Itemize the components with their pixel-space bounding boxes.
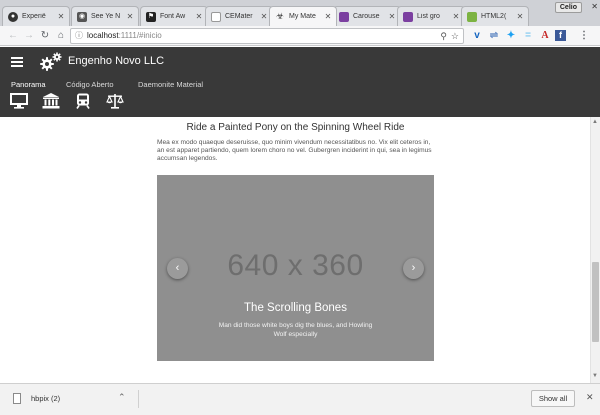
purple-page-icon — [403, 11, 413, 22]
carousel-next-button[interactable]: › — [403, 258, 424, 279]
profile-badge[interactable]: Celio — [554, 2, 582, 13]
bookmark-star-icon[interactable]: ☆ — [451, 29, 459, 43]
content-paragraph: Mea ex modo quaeque deseruisse, quo mini… — [157, 139, 432, 163]
browser-tab[interactable]: List gro ✕ — [397, 6, 465, 26]
tab-close-icon[interactable]: ✕ — [56, 12, 66, 21]
scroll-down-icon[interactable]: ▼ — [591, 373, 599, 379]
browser-tab[interactable]: CEMater ✕ — [205, 6, 273, 26]
github-icon: ● — [8, 11, 18, 22]
tab-label: Carouse — [353, 13, 380, 20]
train-icon[interactable] — [74, 93, 92, 109]
carousel[interactable]: 640 x 360 The Scrolling Bones Man did th… — [157, 175, 434, 361]
carousel-image-placeholder: 640 x 360 — [227, 249, 364, 282]
tab-close-icon[interactable]: ✕ — [194, 12, 204, 21]
chevron-up-icon[interactable]: ⌃ — [118, 392, 126, 403]
tab-close-icon[interactable]: ✕ — [323, 12, 333, 21]
page-scrollbar[interactable]: ▲ ▼ — [590, 117, 600, 383]
tab-label: HTML2( — [481, 13, 507, 20]
tab-close-icon[interactable]: ✕ — [387, 12, 397, 21]
chevron-left-icon: ‹ — [175, 262, 180, 274]
reload-icon[interactable]: ↻ — [38, 29, 52, 43]
twitter-icon[interactable]: ✦ — [504, 29, 518, 43]
browser-tab[interactable]: HTML2( ✕ — [461, 6, 529, 26]
scroll-up-icon[interactable]: ▲ — [591, 119, 599, 125]
window-close-icon[interactable]: ✕ — [591, 2, 598, 11]
forward-arrow-icon[interactable]: → — [22, 29, 36, 43]
back-arrow-icon[interactable]: ← — [6, 29, 20, 43]
page-info-icon[interactable]: ⓘ — [75, 29, 83, 43]
file-icon — [13, 393, 21, 404]
address-bar[interactable]: ⓘ localhost:1111/#inicio ⚲ ☆ — [70, 28, 464, 44]
content-title: Ride a Painted Pony on the Spinning Whee… — [186, 122, 405, 133]
tab-label: Experiê — [22, 13, 46, 20]
tab-panorama[interactable]: Panorama — [11, 80, 46, 89]
tab-close-icon[interactable]: ✕ — [515, 12, 525, 21]
scrollbar-thumb[interactable] — [592, 262, 599, 342]
v-extension-icon[interactable]: v — [470, 29, 484, 43]
tab-label: List gro — [417, 13, 440, 20]
browser-toolbar: ← → ↻ ⌂ ⓘ localhost:1111/#inicio ⚲ ☆ v ⇌… — [0, 26, 600, 46]
eye-icon: ◉ — [77, 11, 87, 22]
chevron-right-icon: › — [411, 262, 416, 274]
gears-logo-icon — [40, 52, 62, 71]
carousel-prev-button[interactable]: ‹ — [167, 258, 188, 279]
browser-tab-active[interactable]: ☣ My Mate ✕ — [269, 6, 337, 26]
tab-codigo-aberto[interactable]: Código Aberto — [66, 80, 114, 89]
page-viewport: Engenho Novo LLC Panorama Código Aberto … — [0, 47, 600, 383]
chrome-menu-icon[interactable]: ⋮ — [577, 29, 591, 43]
flag-icon: ⚑ — [146, 11, 156, 22]
carousel-caption-text: Man did those white boys dig the blues, … — [218, 322, 373, 338]
tab-close-icon[interactable]: ✕ — [259, 12, 269, 21]
browser-tab[interactable]: ⚑ Font Aw ✕ — [140, 6, 208, 26]
share-extension-icon[interactable]: ⇌ — [487, 29, 501, 43]
search-icon[interactable]: ⚲ — [440, 29, 447, 43]
balance-scale-icon[interactable] — [106, 93, 124, 109]
desktop-icon[interactable] — [10, 93, 28, 109]
app-title: Engenho Novo LLC — [68, 55, 165, 67]
green-page-icon — [467, 11, 477, 22]
page-icon — [211, 11, 221, 22]
address-path: :1111/#inicio — [118, 31, 162, 40]
home-icon[interactable]: ⌂ — [54, 29, 68, 43]
browser-tab[interactable]: Carouse ✕ — [333, 6, 401, 26]
carousel-caption-title: The Scrolling Bones — [244, 302, 347, 314]
show-all-button[interactable]: Show all — [531, 390, 575, 407]
font-a-icon[interactable]: A — [538, 29, 552, 43]
browser-tab-strip: ● Experiê ✕ ◉ See Ye N ✕ ⚑ Font Aw ✕ CEM… — [0, 0, 600, 26]
tab-label: My Mate — [289, 13, 316, 20]
tab-label: Font Aw — [160, 13, 186, 20]
facebook-icon[interactable]: f — [555, 30, 566, 41]
tab-label: See Ye N — [91, 13, 121, 20]
tab-label: CEMater — [225, 13, 253, 20]
tab-close-icon[interactable]: ✕ — [125, 12, 135, 21]
biohazard-icon: ☣ — [275, 11, 285, 21]
equals-extension-icon[interactable]: = — [521, 29, 535, 43]
download-shelf: hbpix (2) ⌃ Show all ✕ — [0, 383, 600, 415]
app-header: Engenho Novo LLC Panorama Código Aberto … — [0, 47, 600, 117]
tab-daemonite-material[interactable]: Daemonite Material — [138, 80, 203, 89]
purple-page-icon — [339, 11, 349, 22]
menu-icon[interactable] — [11, 57, 23, 67]
address-host: localhost — [87, 31, 119, 40]
divider — [138, 390, 139, 408]
browser-tab[interactable]: ● Experiê ✕ — [2, 6, 70, 26]
browser-tab[interactable]: ◉ See Ye N ✕ — [71, 6, 139, 26]
tab-close-icon[interactable]: ✕ — [451, 12, 461, 21]
close-icon[interactable]: ✕ — [586, 392, 594, 403]
bank-icon[interactable] — [42, 93, 60, 109]
download-filename[interactable]: hbpix (2) — [31, 394, 60, 403]
